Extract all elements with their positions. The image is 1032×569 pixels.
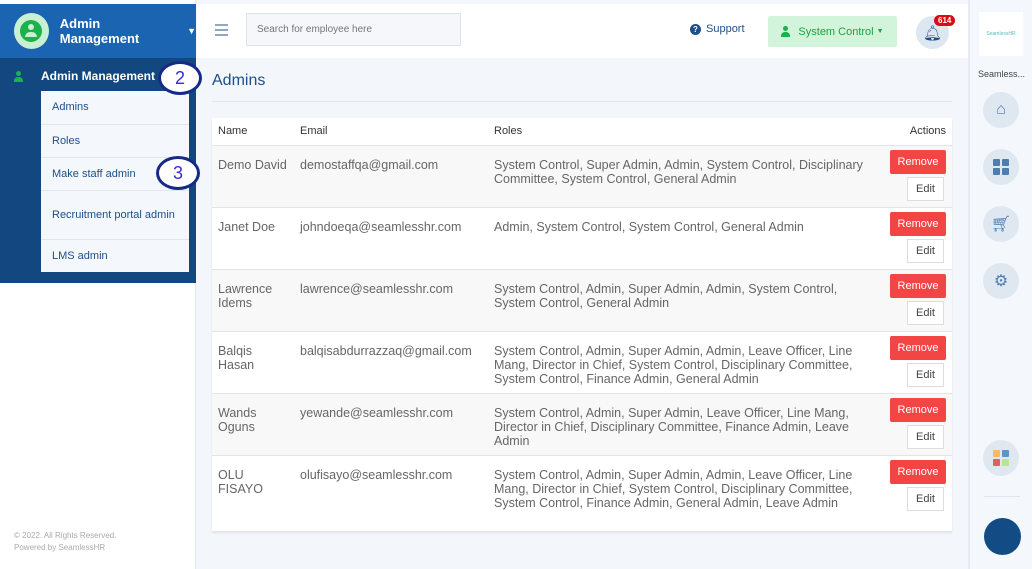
edit-button[interactable]: Edit [907,176,944,201]
table-row: Lawrence Idems lawrence@seamlesshr.com S… [212,269,952,332]
support-link[interactable]: ? Support [690,23,745,35]
edit-button[interactable]: Edit [907,424,944,449]
admin-roles: System Control, Admin, Super Admin, Admi… [488,331,872,394]
help-icon: ? [690,23,701,35]
apps-icon[interactable] [983,440,1019,476]
company-logo[interactable]: SeamlessHR [979,12,1023,56]
actions-cell: Remove Edit [872,455,952,532]
sidebar-item-recruitment-portal-admin[interactable]: Recruitment portal admin [41,191,189,240]
remove-button[interactable]: Remove [890,335,946,360]
admin-name: Janet Doe [212,207,294,270]
col-email: Email [294,118,488,146]
edit-button[interactable]: Edit [907,486,944,511]
admin-roles: System Control, Admin, Super Admin, Admi… [488,269,872,332]
home-icon[interactable]: ⌂ [983,92,1019,128]
footer: © 2022. All Rights Reserved. Powered by S… [14,530,116,554]
settings-gear-icon[interactable]: ⚙ [983,263,1019,299]
admin-name: OLU FISAYO [212,455,294,532]
user-avatar-icon [14,13,49,49]
callout-3: 3 [156,156,200,190]
admin-email: demostaffqa@gmail.com [294,145,488,208]
module-title: Admin Management [59,16,140,46]
callout-2: 2 [158,61,202,95]
actions-cell: Remove Edit [872,393,952,456]
table-row: Wands Oguns yewande@seamlesshr.com Syste… [212,393,952,456]
edit-button[interactable]: Edit [907,300,944,325]
sidebar-item-admins[interactable]: Admins [41,91,189,125]
table-row: OLU FISAYO olufisayo@seamlesshr.com Syst… [212,455,952,532]
sidebar-item-lms-admin[interactable]: LMS admin [41,240,189,272]
copyright: © 2022. All Rights Reserved. [14,531,117,540]
person-icon [14,70,23,82]
search-input[interactable] [246,13,461,46]
admin-roles: System Control, Admin, Super Admin, Admi… [488,455,872,532]
admin-name: Balqis Hasan [212,331,294,394]
system-control-label: System Control [798,25,874,38]
admin-name: Wands Oguns [212,393,294,456]
edit-button[interactable]: Edit [907,362,944,387]
col-actions: Actions [872,118,952,146]
menu-icon[interactable] [215,24,228,39]
cart-icon[interactable]: 🛒︎ [983,206,1019,242]
remove-button[interactable]: Remove [890,211,946,236]
admin-roles: System Control, Admin, Super Admin, Leav… [488,393,872,456]
remove-button[interactable]: Remove [890,149,946,174]
person-icon [781,26,791,37]
admin-email: lawrence@seamlesshr.com [294,269,488,332]
admin-email: yewande@seamlesshr.com [294,393,488,456]
sidebar-section-admin-management[interactable]: Admin Management [14,69,155,83]
system-control-dropdown[interactable]: System Control ▼ [768,16,897,47]
table-row: Demo David demostaffqa@gmail.com System … [212,145,952,208]
sidebar-item-roles[interactable]: Roles [41,125,189,158]
remove-button[interactable]: Remove [890,397,946,422]
company-name: Seamless... [978,69,1026,79]
divider [984,496,1020,497]
col-name: Name [212,118,294,146]
powered-by: Powered by SeamlessHR [14,543,106,552]
col-roles: Roles [488,118,872,146]
admin-email: olufisayo@seamlesshr.com [294,455,488,532]
remove-button[interactable]: Remove [890,273,946,298]
admin-name: Lawrence Idems [212,269,294,332]
admin-name: Demo David [212,145,294,208]
admins-table: Name Email Roles Actions Demo David demo… [212,118,952,532]
admin-roles: System Control, Super Admin, Admin, Syst… [488,145,872,208]
actions-cell: Remove Edit [872,269,952,332]
actions-cell: Remove Edit [872,207,952,270]
admin-email: johndoeqa@seamlesshr.com [294,207,488,270]
edit-button[interactable]: Edit [907,238,944,263]
table-row: Janet Doe johndoeqa@seamlesshr.com Admin… [212,207,952,270]
right-rail: SeamlessHR Seamless... ⌂ 🛒︎ ⚙ [968,0,1032,569]
dashboard-grid-icon[interactable] [983,149,1019,185]
remove-button[interactable]: Remove [890,459,946,484]
page-title: Admins [212,72,266,89]
user-avatar[interactable] [984,518,1021,555]
divider [212,101,952,102]
admin-roles: Admin, System Control, System Control, G… [488,207,872,270]
caret-down-icon: ▼ [876,28,884,35]
actions-cell: Remove Edit [872,331,952,394]
support-label: Support [706,23,745,35]
table-row: Balqis Hasan balqisabdurrazzaq@gmail.com… [212,331,952,394]
notification-badge: 614 [934,15,956,26]
topbar: ?Support System Control▼ 🔔︎ 614 [197,4,968,58]
actions-cell: Remove Edit [872,145,952,208]
section-label: Admin Management [41,69,156,83]
caret-down-icon[interactable]: ▼ [187,26,196,36]
admin-email: balqisabdurrazzaq@gmail.com [294,331,488,394]
sidebar-header[interactable]: Admin Management ▼ [0,4,196,58]
